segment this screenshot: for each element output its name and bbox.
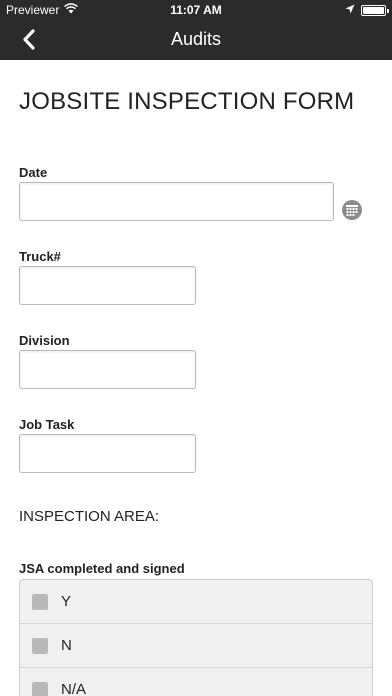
option-label: N [61,637,72,654]
truck-label: Truck# [19,249,61,264]
question-label: JSA completed and signed [19,561,185,576]
job-task-label: Job Task [19,417,75,432]
option-label: N/A [61,681,87,696]
location-arrow-icon [345,3,355,17]
options-group: Y N N/A [19,579,373,696]
division-input[interactable] [19,350,196,389]
division-label: Division [19,333,70,348]
date-input[interactable] [19,182,334,221]
battery-level [363,6,384,14]
calendar-icon[interactable] [342,200,362,220]
option-y[interactable]: Y [20,580,372,624]
nav-title: Audits [170,29,222,49]
option-label: Y [61,593,72,610]
option-na[interactable]: N/A [20,668,372,696]
status-right [345,3,389,17]
section-title: INSPECTION AREA: [19,508,160,525]
date-label: Date [19,165,48,180]
truck-input[interactable] [19,266,196,305]
navigation-bar: Audits [0,20,392,60]
checkbox[interactable] [32,594,48,610]
battery-icon [361,4,389,16]
job-task-input[interactable] [19,434,196,473]
form-title: JOBSITE INSPECTION FORM [19,88,355,115]
option-n[interactable]: N [20,624,372,668]
checkbox[interactable] [32,638,48,654]
status-time: 11:07 AM [170,3,222,17]
checkbox[interactable] [32,682,48,696]
status-bar: Previewer 11:07 AM [0,0,392,20]
